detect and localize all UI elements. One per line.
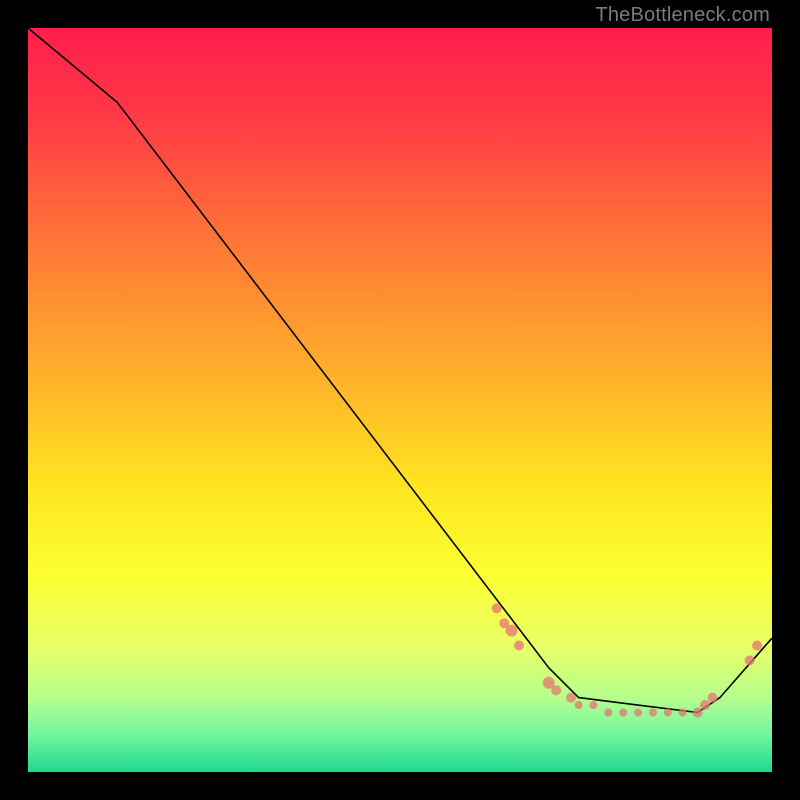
watermark-text: TheBottleneck.com bbox=[595, 4, 770, 27]
plot-area bbox=[28, 28, 772, 772]
data-marker bbox=[575, 701, 583, 709]
data-marker bbox=[514, 641, 524, 651]
data-marker bbox=[664, 709, 672, 717]
data-marker bbox=[506, 625, 518, 637]
data-marker bbox=[492, 603, 502, 613]
data-marker bbox=[708, 693, 718, 703]
bottleneck-line bbox=[28, 28, 772, 713]
marker-group bbox=[492, 603, 762, 717]
data-marker bbox=[566, 693, 576, 703]
data-marker bbox=[745, 655, 755, 665]
data-marker bbox=[634, 709, 642, 717]
data-marker bbox=[752, 641, 762, 651]
data-marker bbox=[700, 700, 710, 710]
chart-frame: TheBottleneck.com bbox=[0, 0, 800, 800]
data-marker bbox=[679, 709, 687, 717]
data-marker bbox=[589, 701, 597, 709]
data-marker bbox=[619, 709, 627, 717]
chart-svg bbox=[28, 28, 772, 772]
data-marker bbox=[551, 685, 561, 695]
data-marker bbox=[649, 709, 657, 717]
data-marker bbox=[604, 709, 612, 717]
data-marker bbox=[693, 708, 703, 718]
